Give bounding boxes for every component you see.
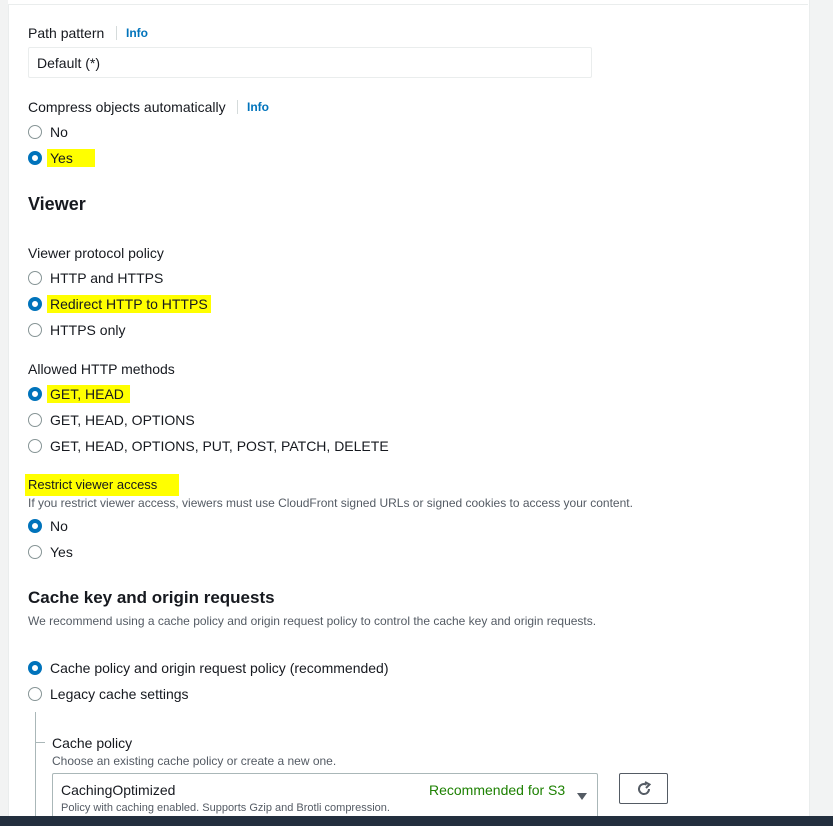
compress-label: Compress objects automatically [28, 99, 226, 115]
highlight-mark: Redirect HTTP to HTTPS [47, 295, 211, 313]
allowed-methods-label: Allowed HTTP methods [28, 361, 175, 377]
cache-policy-description: Choose an existing cache policy or creat… [52, 754, 337, 768]
methods-all-radio[interactable] [28, 439, 42, 453]
cache-policy-option-label[interactable]: Cache policy and origin request policy (… [50, 659, 389, 677]
protocol-https-only-label[interactable]: HTTPS only [50, 321, 125, 339]
refresh-button[interactable] [619, 773, 668, 804]
compress-info-link[interactable]: Info [237, 100, 269, 114]
legacy-cache-option-label[interactable]: Legacy cache settings [50, 685, 189, 703]
cache-policy-label: Cache policy [52, 735, 133, 751]
protocol-redirect-radio[interactable] [28, 297, 42, 311]
restrict-access-label: Restrict viewer access [25, 474, 180, 496]
restrict-yes-label[interactable]: Yes [50, 543, 73, 561]
tree-connector-horizontal [36, 742, 45, 743]
highlight-mark: GET, HEAD [47, 385, 130, 403]
path-pattern-field[interactable]: Default (*) [28, 47, 592, 78]
restrict-no-radio[interactable] [28, 519, 42, 533]
cache-policy-radio[interactable] [28, 661, 42, 675]
legacy-cache-radio[interactable] [28, 687, 42, 701]
compress-no-radio[interactable] [28, 125, 42, 139]
methods-get-head-radio[interactable] [28, 387, 42, 401]
viewer-heading: Viewer [28, 194, 86, 214]
restrict-yes-radio[interactable] [28, 545, 42, 559]
compress-no-label[interactable]: No [50, 123, 68, 141]
cache-description: We recommend using a cache policy and or… [28, 614, 597, 628]
refresh-icon [637, 780, 651, 795]
methods-get-head-label[interactable]: GET, HEAD [47, 385, 130, 403]
methods-all-label[interactable]: GET, HEAD, OPTIONS, PUT, POST, PATCH, DE… [50, 437, 389, 455]
restrict-access-description: If you restrict viewer access, viewers m… [28, 496, 633, 510]
restrict-no-label[interactable]: No [50, 517, 68, 535]
methods-get-head-options-label[interactable]: GET, HEAD, OPTIONS [50, 411, 195, 429]
protocol-redirect-label[interactable]: Redirect HTTP to HTTPS [47, 295, 211, 313]
highlight-mark: Restrict viewer access [25, 474, 180, 496]
cache-policy-selected-name: CachingOptimized [61, 782, 176, 798]
caret-down-icon[interactable] [577, 793, 587, 800]
path-pattern-info-link[interactable]: Info [116, 26, 148, 40]
compress-yes-radio[interactable] [28, 151, 42, 165]
protocol-http-https-radio[interactable] [28, 271, 42, 285]
path-pattern-label: Path pattern [28, 25, 105, 41]
protocol-https-only-radio[interactable] [28, 323, 42, 337]
bottom-bar [0, 816, 833, 826]
panel-top-edge [8, 0, 808, 5]
recommended-badge: Recommended for S3 [429, 782, 566, 798]
cache-policy-selected-desc: Policy with caching enabled. Supports Gz… [61, 802, 390, 814]
highlight-mark: Yes [47, 149, 95, 167]
tree-connector-vertical [35, 712, 36, 822]
compress-yes-label[interactable]: Yes [47, 149, 95, 167]
protocol-http-https-label[interactable]: HTTP and HTTPS [50, 269, 163, 287]
viewer-protocol-label: Viewer protocol policy [28, 245, 164, 261]
cache-heading: Cache key and origin requests [28, 588, 275, 607]
methods-get-head-options-radio[interactable] [28, 413, 42, 427]
